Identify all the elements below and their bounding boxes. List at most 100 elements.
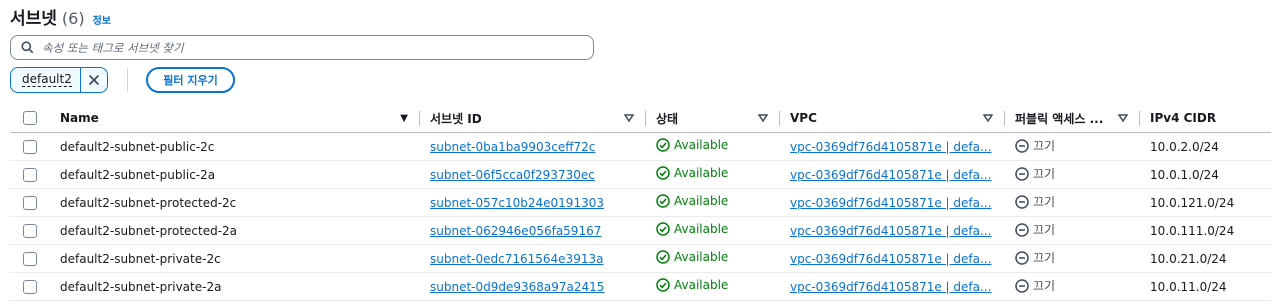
cell-vpc: vpc-0369df76d4105871e | defa... bbox=[780, 160, 1005, 189]
minus-circle-icon bbox=[1015, 223, 1029, 237]
row-checkbox[interactable] bbox=[23, 251, 37, 266]
close-icon bbox=[88, 74, 99, 86]
subnet-id-link[interactable]: subnet-06f5cca0f293730ec bbox=[430, 168, 595, 182]
table-row[interactable]: default2-subnet-private-2a subnet-0d9de9… bbox=[10, 272, 1271, 301]
minus-circle-icon bbox=[1015, 251, 1029, 265]
check-circle-icon bbox=[656, 222, 670, 236]
column-header-ipv4-cidr[interactable]: IPv4 CIDR bbox=[1140, 104, 1271, 133]
cell-public-access: 끄기 bbox=[1005, 216, 1140, 245]
minus-circle-icon bbox=[1015, 167, 1029, 181]
minus-circle-icon bbox=[1015, 279, 1029, 293]
table-row[interactable]: default2-subnet-private-2c subnet-0edc71… bbox=[10, 244, 1271, 273]
cell-subnet-id: subnet-0ba1ba9903ceff72c bbox=[420, 132, 646, 161]
cell-subnet-id: subnet-0edc7161564e3913a bbox=[420, 244, 646, 273]
filter-token: default2 bbox=[10, 67, 108, 93]
item-count: (6) bbox=[61, 9, 85, 28]
row-checkbox[interactable] bbox=[23, 167, 37, 182]
table-row[interactable]: default2-subnet-public-2c subnet-0ba1ba9… bbox=[10, 132, 1271, 161]
subnet-id-link[interactable]: subnet-0d9de9368a97a2415 bbox=[430, 280, 604, 294]
cell-state: Available bbox=[646, 244, 780, 273]
subnet-id-link[interactable]: subnet-0ba1ba9903ceff72c bbox=[430, 140, 595, 154]
row-select-cell bbox=[10, 244, 50, 273]
sort-icon bbox=[624, 114, 634, 122]
cell-vpc: vpc-0369df76d4105871e | defa... bbox=[780, 272, 1005, 301]
cell-public-access: 끄기 bbox=[1005, 160, 1140, 189]
cell-name: default2-subnet-private-2c bbox=[50, 244, 420, 273]
status-text: Available bbox=[674, 250, 729, 264]
row-checkbox[interactable] bbox=[23, 195, 37, 210]
cell-name: default2-subnet-protected-2c bbox=[50, 188, 420, 217]
minus-circle-icon bbox=[1015, 139, 1029, 153]
status-text: Available bbox=[674, 222, 729, 236]
sort-descending-icon: ▼ bbox=[400, 112, 408, 124]
subnets-table: Name ▼ 서브넷 ID 상태 VPC 퍼블릭 액세스 ... IPv4 CID… bbox=[10, 104, 1271, 301]
vpc-link[interactable]: vpc-0369df76d4105871e | defa... bbox=[790, 252, 991, 266]
cell-state: Available bbox=[646, 272, 780, 301]
cell-public-access: 끄기 bbox=[1005, 132, 1140, 161]
page-title: 서브넷 bbox=[10, 9, 57, 29]
column-header-vpc[interactable]: VPC bbox=[780, 104, 1005, 133]
search-bar[interactable] bbox=[10, 35, 594, 60]
cell-public-access: 끄기 bbox=[1005, 272, 1140, 301]
subnet-id-link[interactable]: subnet-0edc7161564e3913a bbox=[430, 252, 603, 266]
select-all-checkbox[interactable] bbox=[23, 111, 37, 126]
vpc-link[interactable]: vpc-0369df76d4105871e | defa... bbox=[790, 168, 991, 182]
table-header-row: Name ▼ 서브넷 ID 상태 VPC 퍼블릭 액세스 ... IPv4 CID… bbox=[10, 104, 1271, 133]
sort-icon bbox=[1118, 114, 1128, 122]
cell-ipv4-cidr: 10.0.11.0/24 bbox=[1140, 272, 1271, 301]
row-select-cell bbox=[10, 160, 50, 189]
check-circle-icon bbox=[656, 138, 670, 152]
cell-name: default2-subnet-private-2a bbox=[50, 272, 420, 301]
cell-ipv4-cidr: 10.0.111.0/24 bbox=[1140, 216, 1271, 245]
sort-icon bbox=[983, 114, 993, 122]
cell-vpc: vpc-0369df76d4105871e | defa... bbox=[780, 244, 1005, 273]
table-row[interactable]: default2-subnet-protected-2c subnet-057c… bbox=[10, 188, 1271, 217]
filter-token-label[interactable]: default2 bbox=[11, 68, 81, 92]
cell-subnet-id: subnet-06f5cca0f293730ec bbox=[420, 160, 646, 189]
column-header-name[interactable]: Name ▼ bbox=[50, 104, 420, 133]
cell-state: Available bbox=[646, 160, 780, 189]
cell-ipv4-cidr: 10.0.2.0/24 bbox=[1140, 132, 1271, 161]
check-circle-icon bbox=[656, 166, 670, 180]
column-header-public-access[interactable]: 퍼블릭 액세스 ... bbox=[1005, 104, 1140, 133]
cell-state: Available bbox=[646, 188, 780, 217]
column-header-subnet-id[interactable]: 서브넷 ID bbox=[420, 104, 646, 133]
check-circle-icon bbox=[656, 250, 670, 264]
subnet-id-link[interactable]: subnet-062946e056fa59167 bbox=[430, 224, 601, 238]
row-checkbox[interactable] bbox=[23, 139, 37, 154]
cell-vpc: vpc-0369df76d4105871e | defa... bbox=[780, 188, 1005, 217]
clear-filters-button[interactable]: 필터 지우기 bbox=[146, 67, 235, 93]
sort-icon bbox=[758, 114, 768, 122]
page-header: 서브넷 (6) 정보 bbox=[10, 4, 111, 29]
vpc-link[interactable]: vpc-0369df76d4105871e | defa... bbox=[790, 280, 991, 294]
column-header-state[interactable]: 상태 bbox=[646, 104, 780, 133]
cell-ipv4-cidr: 10.0.121.0/24 bbox=[1140, 188, 1271, 217]
row-select-cell bbox=[10, 272, 50, 301]
row-select-cell bbox=[10, 216, 50, 245]
select-all-cell bbox=[10, 104, 50, 133]
status-text: Available bbox=[674, 138, 729, 152]
vpc-link[interactable]: vpc-0369df76d4105871e | defa... bbox=[790, 224, 991, 238]
cell-vpc: vpc-0369df76d4105871e | defa... bbox=[780, 132, 1005, 161]
search-input[interactable] bbox=[42, 40, 582, 55]
cell-public-access: 끄기 bbox=[1005, 188, 1140, 217]
table-row[interactable]: default2-subnet-protected-2a subnet-0629… bbox=[10, 216, 1271, 245]
check-circle-icon bbox=[656, 194, 670, 208]
cell-name: default2-subnet-public-2c bbox=[50, 132, 420, 161]
vpc-link[interactable]: vpc-0369df76d4105871e | defa... bbox=[790, 196, 991, 210]
row-checkbox[interactable] bbox=[23, 279, 37, 294]
cell-ipv4-cidr: 10.0.1.0/24 bbox=[1140, 160, 1271, 189]
table-row[interactable]: default2-subnet-public-2a subnet-06f5cca… bbox=[10, 160, 1271, 189]
row-select-cell bbox=[10, 132, 50, 161]
vpc-link[interactable]: vpc-0369df76d4105871e | defa... bbox=[790, 140, 991, 154]
filter-token-remove-button[interactable] bbox=[81, 68, 107, 92]
status-text: Available bbox=[674, 166, 729, 180]
cell-vpc: vpc-0369df76d4105871e | defa... bbox=[780, 216, 1005, 245]
search-icon bbox=[21, 41, 34, 54]
cell-subnet-id: subnet-0d9de9368a97a2415 bbox=[420, 272, 646, 301]
subnet-id-link[interactable]: subnet-057c10b24e0191303 bbox=[430, 196, 604, 210]
cell-state: Available bbox=[646, 216, 780, 245]
info-link[interactable]: 정보 bbox=[93, 12, 111, 27]
status-text: Available bbox=[674, 278, 729, 292]
row-checkbox[interactable] bbox=[23, 223, 37, 238]
